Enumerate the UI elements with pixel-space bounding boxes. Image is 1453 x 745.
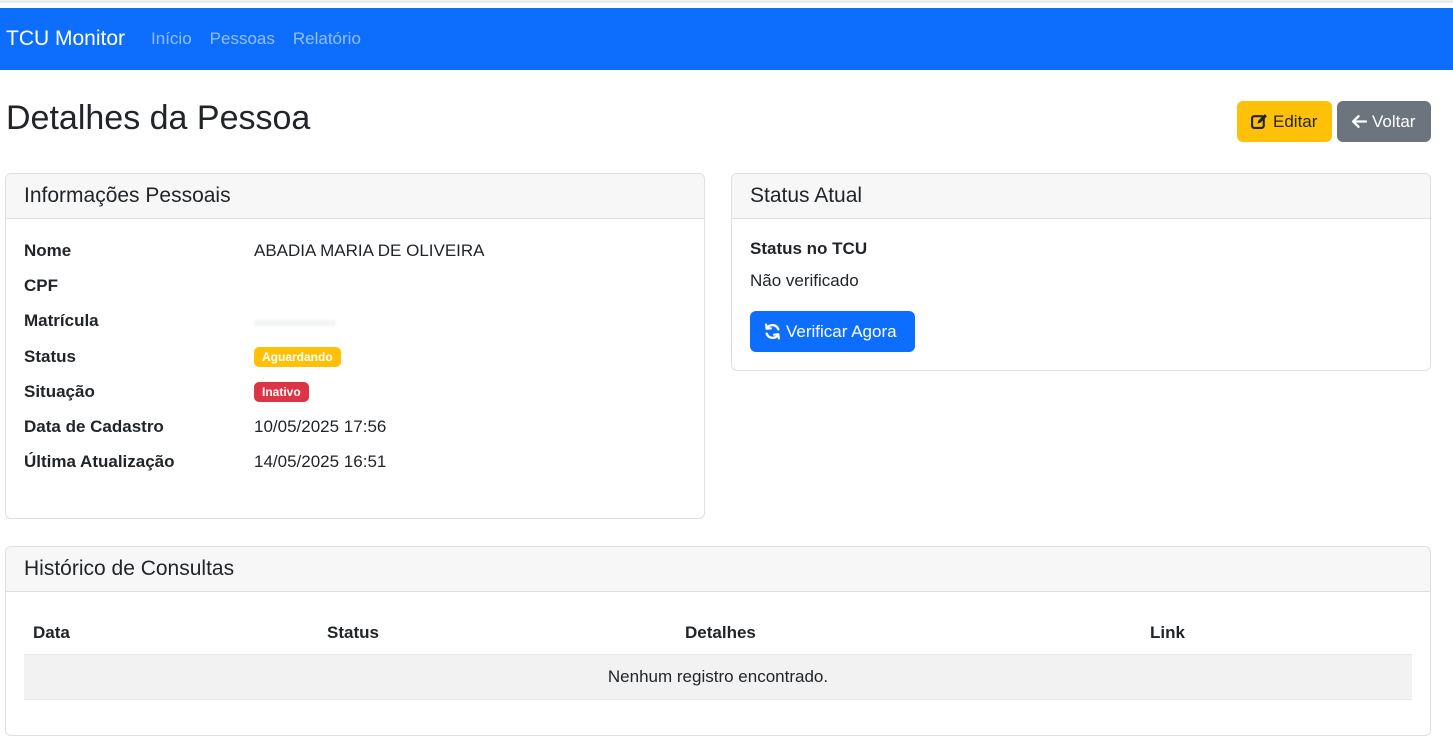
back-button[interactable]: Voltar <box>1337 101 1431 142</box>
status-badge: Aguardando <box>254 347 341 367</box>
history-table-header: Data Status Detalhes Link <box>24 611 1412 655</box>
brand-link[interactable]: TCU Monitor <box>6 27 125 51</box>
browser-top-strip <box>0 0 1453 8</box>
column-header-status: Status <box>327 622 379 642</box>
redacted-value <box>254 320 336 326</box>
tcu-status-value: Não verificado <box>750 271 859 290</box>
edit-button-label: Editar <box>1273 111 1318 131</box>
info-row-nome: Nome ABADIA MARIA DE OLIVEIRA <box>24 239 485 263</box>
info-label: Situação <box>24 382 95 401</box>
column-header-data: Data <box>33 622 70 642</box>
verify-now-label: Verificar Agora <box>786 321 897 341</box>
info-label: CPF <box>24 276 58 295</box>
history-card: Histórico de Consultas Data Status Detal… <box>5 546 1431 736</box>
history-header: Histórico de Consultas <box>6 547 1430 592</box>
current-status-card: Status Atual Status no TCU Não verificad… <box>731 173 1431 371</box>
info-value-data-cadastro: 10/05/2025 17:56 <box>254 417 387 436</box>
info-row-status: Status Aguardando <box>24 345 341 369</box>
arrow-left-icon <box>1352 115 1367 128</box>
info-label: Data de Cadastro <box>24 417 164 436</box>
navbar: TCU Monitor Início Pessoas Relatório <box>0 8 1453 70</box>
edit-button[interactable]: Editar <box>1237 101 1332 142</box>
info-label: Status <box>24 347 76 366</box>
info-label: Última Atualização <box>24 452 175 471</box>
history-empty-row: Nenhum registro encontrado. <box>24 655 1412 700</box>
info-value-nome: ABADIA MARIA DE OLIVEIRA <box>254 241 485 260</box>
personal-info-card: Informações Pessoais Nome ABADIA MARIA D… <box>5 173 705 519</box>
info-row-data-cadastro: Data de Cadastro 10/05/2025 17:56 <box>24 415 386 439</box>
verify-now-button[interactable]: Verificar Agora <box>750 311 915 352</box>
pencil-square-icon <box>1251 114 1267 129</box>
info-row-matricula: Matrícula <box>24 309 336 333</box>
nav-link-pessoas[interactable]: Pessoas <box>210 29 275 49</box>
nav-link-relatorio[interactable]: Relatório <box>293 29 361 49</box>
info-value-matricula <box>254 311 336 331</box>
info-row-ultima-atualizacao: Última Atualização 14/05/2025 16:51 <box>24 450 386 474</box>
tcu-status-label: Status no TCU <box>750 239 868 258</box>
nav-link-inicio[interactable]: Início <box>151 29 192 49</box>
column-header-link: Link <box>1150 622 1185 642</box>
column-header-detalhes: Detalhes <box>685 622 756 642</box>
page-title: Detalhes da Pessoa <box>6 99 311 137</box>
info-label: Nome <box>24 241 72 260</box>
back-button-label: Voltar <box>1372 111 1416 131</box>
personal-info-header: Informações Pessoais <box>6 174 704 219</box>
info-row-situacao: Situação Inativo <box>24 380 309 404</box>
situation-badge: Inativo <box>254 382 309 402</box>
info-label: Matrícula <box>24 311 99 330</box>
info-value-ultima-atualizacao: 14/05/2025 16:51 <box>254 452 387 471</box>
current-status-header: Status Atual <box>732 174 1430 219</box>
refresh-icon <box>765 323 780 340</box>
info-row-cpf: CPF <box>24 274 254 298</box>
